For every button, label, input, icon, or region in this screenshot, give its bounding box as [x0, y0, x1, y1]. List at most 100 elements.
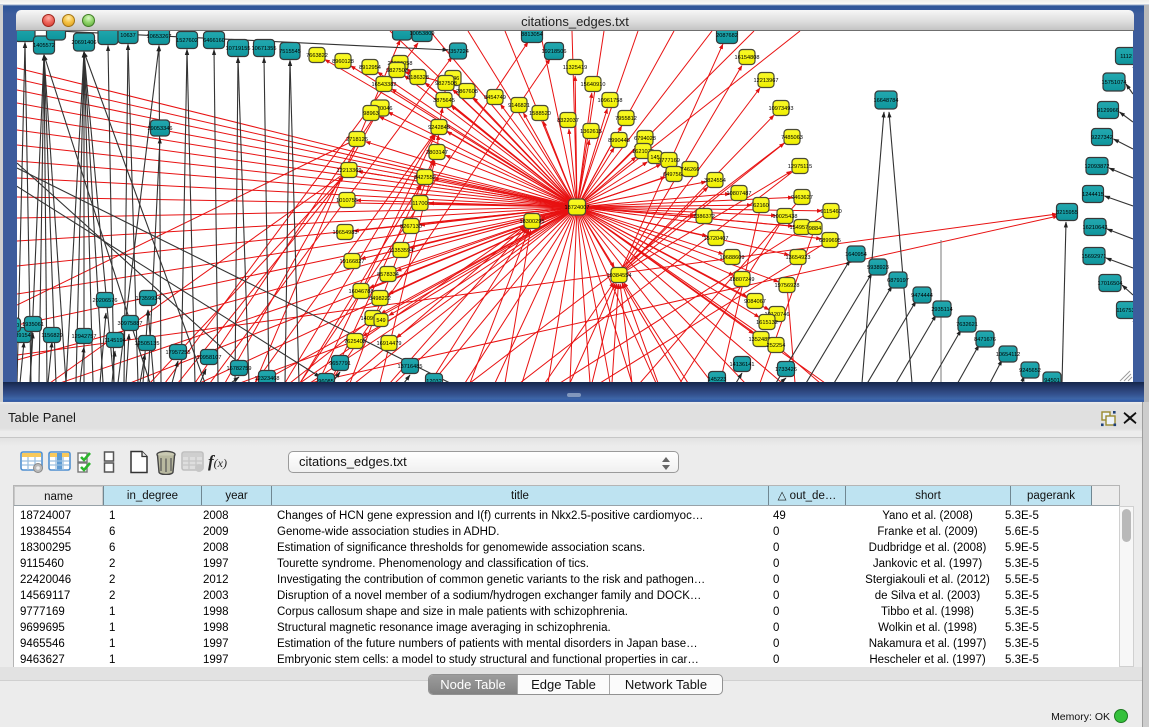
- svg-text:8267130: 8267130: [400, 224, 422, 230]
- svg-text:2803147: 2803147: [426, 150, 448, 156]
- svg-text:8813054: 8813054: [521, 32, 543, 38]
- svg-text:12942757: 12942757: [72, 334, 97, 340]
- svg-text:3215955: 3215955: [1056, 210, 1078, 216]
- svg-text:1156829: 1156829: [41, 333, 62, 339]
- svg-text:18807249: 18807249: [730, 277, 755, 283]
- svg-text:16154808: 16154808: [735, 55, 760, 61]
- svg-text:96085: 96085: [318, 379, 334, 382]
- svg-text:19384554: 19384554: [607, 273, 632, 279]
- svg-text:30975887: 30975887: [118, 321, 143, 327]
- svg-text:1615132: 1615132: [756, 320, 778, 326]
- svg-text:6466160: 6466160: [203, 38, 225, 44]
- svg-text:29053346: 29053346: [148, 126, 173, 132]
- svg-text:16914479: 16914479: [377, 341, 402, 347]
- svg-text:1935061: 1935061: [22, 322, 44, 328]
- svg-text:16648784: 16648784: [874, 98, 899, 104]
- svg-text:19756928: 19756928: [775, 283, 800, 289]
- svg-text:8186328: 8186328: [407, 75, 429, 81]
- svg-text:549: 549: [376, 318, 385, 324]
- svg-text:1588520: 1588520: [529, 111, 551, 117]
- svg-text:10653267: 10653267: [147, 34, 172, 40]
- svg-text:7357224: 7357224: [447, 49, 469, 55]
- svg-text:17359934: 17359934: [136, 296, 161, 302]
- svg-text:10958107: 10958107: [197, 355, 222, 361]
- svg-text:1362615: 1362615: [580, 129, 602, 135]
- svg-text:16046788: 16046788: [349, 289, 374, 295]
- svg-text:746266: 746266: [681, 167, 700, 173]
- svg-text:13716485: 13716485: [398, 364, 423, 370]
- svg-text:1167533: 1167533: [1116, 308, 1133, 314]
- svg-text:1640954: 1640954: [845, 252, 867, 258]
- svg-text:9245652: 9245652: [1019, 368, 1041, 374]
- svg-text:252254: 252254: [767, 343, 786, 349]
- svg-text:9242848: 9242848: [428, 125, 450, 131]
- svg-text:17016504: 17016504: [1098, 281, 1123, 287]
- svg-text:6879197: 6879197: [887, 278, 909, 284]
- svg-text:10961758: 10961758: [598, 98, 623, 104]
- svg-text:7632621: 7632621: [956, 322, 978, 328]
- svg-text:3824554: 3824554: [704, 178, 726, 184]
- svg-text:16543382: 16543382: [372, 82, 397, 88]
- svg-text:11353594: 11353594: [389, 248, 413, 254]
- svg-text:12213967: 12213967: [754, 78, 779, 84]
- svg-text:15640910: 15640910: [581, 82, 606, 88]
- svg-text:19654983: 19654983: [333, 230, 358, 236]
- svg-text:3498222: 3498222: [369, 296, 391, 302]
- svg-text:12323468: 12323468: [255, 376, 280, 382]
- svg-text:94501: 94501: [1044, 378, 1060, 382]
- svg-text:8454749: 8454749: [484, 95, 506, 101]
- svg-text:3875645: 3875645: [433, 98, 455, 104]
- svg-text:62160: 62160: [753, 203, 769, 209]
- svg-text:8427552: 8427552: [414, 175, 436, 181]
- svg-text:12213369: 12213369: [337, 168, 362, 174]
- svg-text:7515545: 7515545: [279, 49, 301, 55]
- svg-text:7485063: 7485063: [781, 135, 803, 141]
- svg-text:10807487: 10807487: [727, 191, 752, 197]
- svg-text:1145194: 1145194: [104, 338, 125, 344]
- svg-text:15751074: 15751074: [1102, 80, 1127, 86]
- svg-text:11700: 11700: [412, 201, 427, 207]
- svg-text:13654923: 13654923: [786, 255, 811, 261]
- svg-text:6899695: 6899695: [819, 238, 841, 244]
- svg-text:9474444: 9474444: [911, 293, 933, 299]
- svg-text:9115460: 9115460: [820, 209, 841, 215]
- svg-text:12093872: 12093872: [1085, 164, 1110, 170]
- svg-text:7625402: 7625402: [344, 339, 366, 345]
- svg-text:9777169: 9777169: [658, 158, 680, 164]
- svg-text:18300295: 18300295: [520, 219, 545, 225]
- svg-text:12032: 12032: [426, 379, 442, 382]
- svg-text:1244415: 1244415: [1082, 192, 1104, 198]
- svg-text:15720407: 15720407: [704, 236, 729, 242]
- svg-text:16210643: 16210643: [1083, 225, 1108, 231]
- svg-text:7663822: 7663822: [306, 53, 328, 59]
- svg-text:9884: 9884: [809, 226, 821, 232]
- svg-text:18724007: 18724007: [565, 205, 590, 211]
- svg-text:9463627: 9463627: [791, 195, 813, 201]
- svg-text:1733426: 1733426: [775, 367, 797, 373]
- svg-text:8912954: 8912954: [359, 65, 381, 71]
- svg-text:10973493: 10973493: [769, 106, 794, 112]
- svg-text:9227342: 9227342: [1091, 135, 1113, 141]
- svg-text:9146821: 9146821: [508, 103, 530, 109]
- svg-text:7386372: 7386372: [693, 214, 715, 220]
- svg-text:8990448: 8990448: [608, 138, 630, 144]
- svg-text:7955812: 7955812: [615, 116, 637, 122]
- svg-text:2935114: 2935114: [931, 307, 952, 313]
- svg-text:10637: 10637: [120, 33, 136, 39]
- svg-text:15692971: 15692971: [1082, 254, 1107, 260]
- svg-text:19218506: 19218506: [542, 49, 567, 55]
- svg-text:10654112: 10654112: [996, 352, 1020, 358]
- svg-text:145223: 145223: [708, 377, 727, 382]
- svg-text:10688609: 10688609: [720, 255, 745, 261]
- svg-text:12505135: 12505135: [135, 341, 160, 347]
- svg-text:8960128: 8960128: [332, 59, 354, 65]
- svg-text:9827508: 9827508: [435, 81, 457, 87]
- svg-text:39154: 39154: [17, 333, 31, 339]
- svg-text:6794028: 6794028: [634, 136, 656, 142]
- svg-text:5938923: 5938923: [867, 265, 889, 271]
- svg-text:9084067: 9084067: [744, 299, 766, 305]
- svg-text:11325419: 11325419: [563, 65, 587, 71]
- svg-text:1010755: 1010755: [336, 198, 358, 204]
- svg-text:20691406: 20691406: [72, 40, 97, 46]
- svg-text:10053809: 10053809: [410, 31, 435, 37]
